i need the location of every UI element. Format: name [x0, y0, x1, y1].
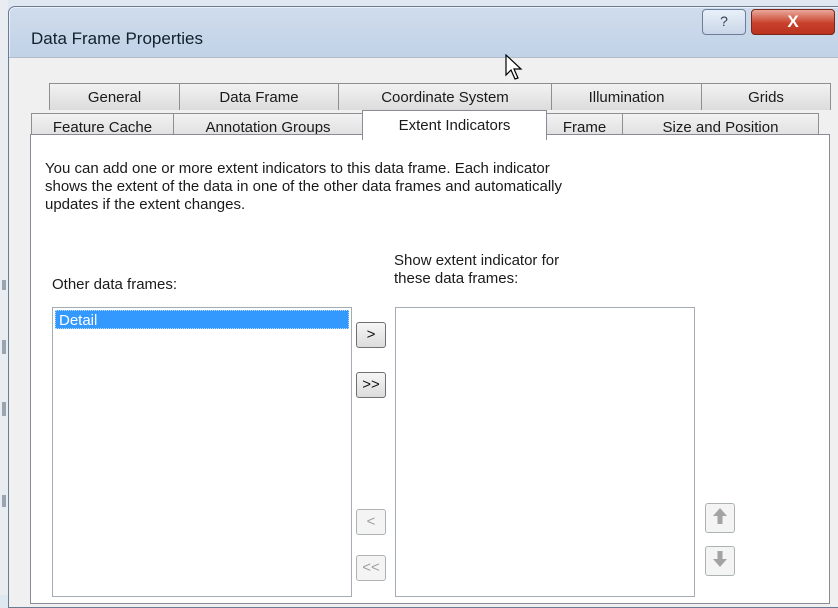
close-button[interactable]: X — [751, 9, 835, 35]
tab-label: Coordinate System — [381, 88, 509, 106]
move-down-button[interactable] — [705, 546, 735, 576]
edge-mark — [2, 495, 6, 507]
description-line: shows the extent of the data in one of t… — [45, 178, 562, 195]
tab-coordinate-system[interactable]: Coordinate System — [338, 83, 552, 110]
window-title: Data Frame Properties — [31, 29, 203, 48]
tab-label: General — [87, 88, 142, 106]
list-item[interactable]: Detail — [55, 310, 349, 329]
tab-grids[interactable]: Grids — [701, 83, 831, 110]
mouse-pointer-icon — [505, 53, 525, 87]
extent-indicator-frames-list[interactable] — [395, 307, 695, 597]
remove-all-button[interactable]: << — [356, 555, 386, 581]
description-line: You can add one or more extent indicator… — [45, 160, 550, 177]
close-icon: X — [787, 12, 799, 31]
tab-label: Data Frame — [219, 88, 299, 106]
other-data-frames-list[interactable]: Detail — [52, 307, 352, 597]
show-extent-label-line: Show extent indicator for — [394, 252, 560, 269]
tab-label: Frame — [562, 118, 607, 136]
edge-mark — [2, 280, 6, 290]
add-button[interactable]: > — [356, 322, 386, 348]
help-button[interactable]: ? — [702, 9, 746, 35]
help-icon: ? — [720, 13, 728, 29]
tab-label: Extent Indicators — [398, 117, 511, 134]
background-window-edge — [0, 0, 8, 595]
tab-extent-indicators[interactable]: Extent Indicators — [362, 110, 547, 140]
move-up-button[interactable] — [705, 503, 735, 533]
tab-general[interactable]: General — [49, 83, 180, 110]
tab-data-frame[interactable]: Data Frame — [179, 83, 339, 110]
tab-label: Size and Position — [662, 118, 779, 136]
title-bar[interactable]: Data Frame Properties ? X — [9, 7, 838, 57]
arrow-down-icon — [712, 550, 728, 573]
description-text: You can add one or more extent indicator… — [45, 160, 745, 214]
edge-mark — [2, 402, 6, 416]
description-line: updates if the extent changes. — [45, 196, 246, 213]
remove-button[interactable]: < — [356, 509, 386, 535]
other-data-frames-label: Other data frames: — [52, 276, 178, 293]
show-extent-label-line: these data frames: — [394, 270, 519, 287]
edge-mark — [2, 340, 6, 354]
tab-label: Grids — [748, 88, 784, 106]
tab-label: Feature Cache — [52, 118, 153, 136]
arrow-up-icon — [712, 507, 728, 530]
add-all-button[interactable]: >> — [356, 372, 386, 398]
show-extent-label: Show extent indicator for these data fra… — [394, 252, 559, 288]
tab-illumination[interactable]: Illumination — [551, 83, 702, 110]
tab-label: Annotation Groups — [205, 118, 331, 136]
tab-label: Illumination — [588, 88, 665, 106]
